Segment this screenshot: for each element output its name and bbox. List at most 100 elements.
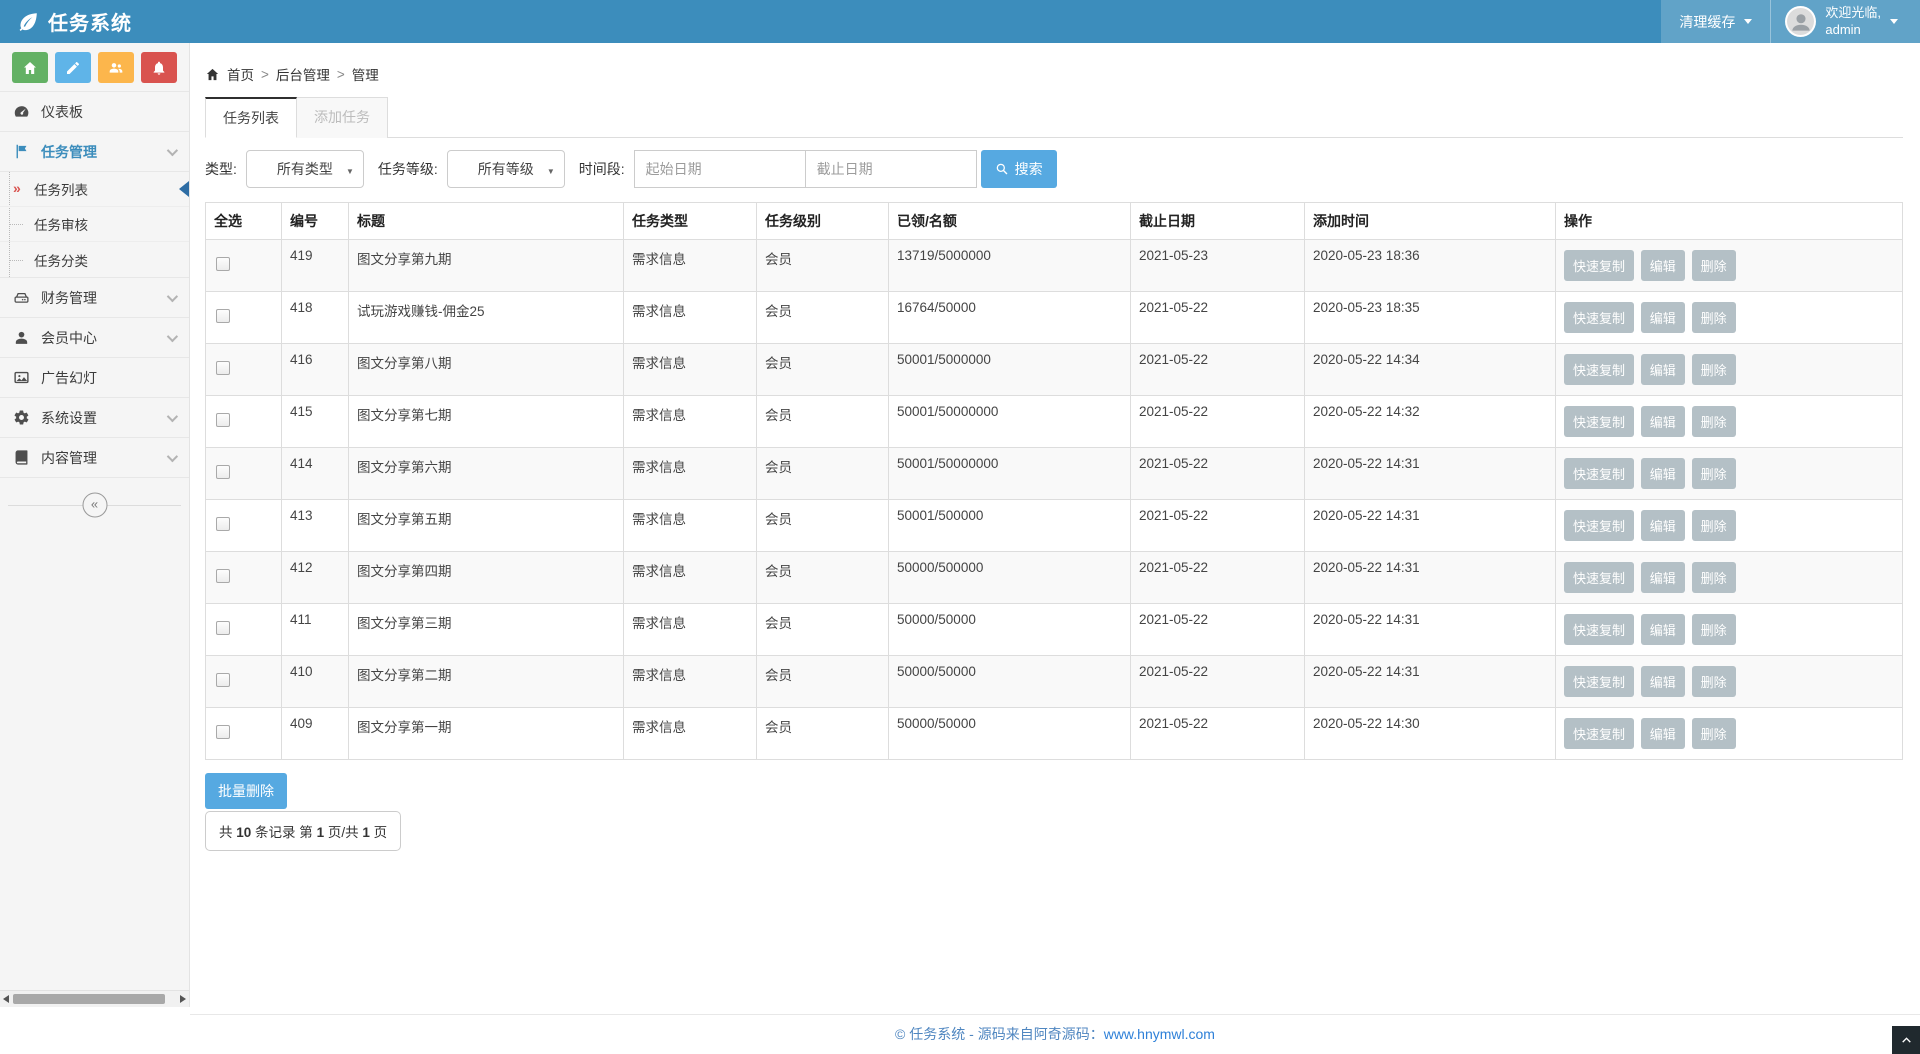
type-select[interactable]: 所有类型 xyxy=(246,150,364,188)
batch-delete-button[interactable]: 批量删除 xyxy=(205,773,287,809)
edit-button[interactable]: 编辑 xyxy=(1641,614,1685,645)
sidebar-collapse-button[interactable] xyxy=(82,493,107,518)
clear-cache-button[interactable]: 清理缓存 xyxy=(1661,0,1770,43)
row-id: 412 xyxy=(282,552,349,604)
start-date-input[interactable] xyxy=(634,150,806,188)
edit-button[interactable]: 编辑 xyxy=(1641,302,1685,333)
row-checkbox[interactable] xyxy=(216,673,230,687)
scroll-right-arrow-icon[interactable] xyxy=(180,995,186,1003)
end-date-input[interactable] xyxy=(805,150,977,188)
flag-icon xyxy=(13,143,31,161)
sidebar-item-finance[interactable]: 财务管理 xyxy=(0,278,189,318)
row-level: 会员 xyxy=(757,708,889,760)
sidebar-item-content-management[interactable]: 内容管理 xyxy=(0,438,189,478)
row-checkbox[interactable] xyxy=(216,309,230,323)
quick-copy-button[interactable]: 快速复制 xyxy=(1564,614,1634,645)
breadcrumb-section[interactable]: 后台管理 xyxy=(276,64,330,84)
caret-down-icon xyxy=(1890,19,1898,24)
row-checkbox[interactable] xyxy=(216,257,230,271)
row-select-cell xyxy=(206,656,282,708)
hdd-icon xyxy=(13,289,31,307)
brand: 任务系统 xyxy=(0,0,132,43)
row-type: 需求信息 xyxy=(624,292,757,344)
tab-task-list[interactable]: 任务列表 xyxy=(205,97,297,138)
col-actions: 操作 xyxy=(1556,203,1903,240)
row-type: 需求信息 xyxy=(624,552,757,604)
row-checkbox[interactable] xyxy=(216,725,230,739)
row-checkbox[interactable] xyxy=(216,465,230,479)
delete-button[interactable]: 删除 xyxy=(1692,302,1736,333)
edit-button[interactable]: 编辑 xyxy=(1641,250,1685,281)
gear-icon xyxy=(13,409,31,427)
row-actions-cell: 快速复制 编辑 删除 xyxy=(1556,500,1903,552)
breadcrumb-home[interactable]: 首页 xyxy=(227,64,254,84)
edit-button[interactable]: 编辑 xyxy=(1641,458,1685,489)
row-quota: 50000/50000 xyxy=(889,656,1131,708)
quick-copy-button[interactable]: 快速复制 xyxy=(1564,354,1634,385)
row-checkbox[interactable] xyxy=(216,569,230,583)
delete-button[interactable]: 删除 xyxy=(1692,354,1736,385)
edit-button[interactable]: 编辑 xyxy=(1641,354,1685,385)
users-icon[interactable] xyxy=(98,52,134,83)
row-actions-cell: 快速复制 编辑 删除 xyxy=(1556,240,1903,292)
delete-button[interactable]: 删除 xyxy=(1692,666,1736,697)
quick-copy-button[interactable]: 快速复制 xyxy=(1564,302,1634,333)
level-select[interactable]: 所有等级 xyxy=(447,150,565,188)
quick-copy-button[interactable]: 快速复制 xyxy=(1564,250,1634,281)
sidebar-item-ad-slides[interactable]: 广告幻灯 xyxy=(0,358,189,398)
row-checkbox[interactable] xyxy=(216,361,230,375)
current-page: 1 xyxy=(317,825,325,840)
row-checkbox[interactable] xyxy=(216,621,230,635)
row-added: 2020-05-23 18:36 xyxy=(1305,240,1556,292)
sidebar-item-task-management[interactable]: 任务管理 xyxy=(0,132,189,172)
avatar xyxy=(1785,6,1816,37)
footer-link[interactable]: www.hnymwl.com xyxy=(1104,1026,1215,1042)
quick-copy-button[interactable]: 快速复制 xyxy=(1564,510,1634,541)
row-checkbox[interactable] xyxy=(216,413,230,427)
delete-button[interactable]: 删除 xyxy=(1692,510,1736,541)
row-checkbox[interactable] xyxy=(216,517,230,531)
table-row: 412 图文分享第四期 需求信息 会员 50000/500000 2021-05… xyxy=(206,552,1903,604)
horizontal-scrollbar[interactable] xyxy=(0,990,189,1007)
search-button-label: 搜索 xyxy=(1015,159,1043,179)
row-quota: 50001/5000000 xyxy=(889,344,1131,396)
delete-button[interactable]: 删除 xyxy=(1692,562,1736,593)
home-icon[interactable] xyxy=(12,52,48,83)
row-deadline: 2021-05-23 xyxy=(1131,240,1305,292)
sidebar-item-member-center[interactable]: 会员中心 xyxy=(0,318,189,358)
filter-bar: 类型: 所有类型 任务等级: 所有等级 时间段: 搜索 xyxy=(205,150,1903,188)
edit-button[interactable]: 编辑 xyxy=(1641,718,1685,749)
row-type: 需求信息 xyxy=(624,604,757,656)
row-title: 图文分享第二期 xyxy=(349,656,624,708)
edit-button[interactable]: 编辑 xyxy=(1641,406,1685,437)
delete-button[interactable]: 删除 xyxy=(1692,614,1736,645)
sidebar-item-task-review[interactable]: 任务审核 xyxy=(0,207,189,242)
delete-button[interactable]: 删除 xyxy=(1692,406,1736,437)
back-to-top-button[interactable] xyxy=(1892,1026,1920,1054)
quick-copy-button[interactable]: 快速复制 xyxy=(1564,406,1634,437)
edit-button[interactable]: 编辑 xyxy=(1641,510,1685,541)
bell-icon[interactable] xyxy=(141,52,177,83)
sidebar-item-dashboard[interactable]: 仪表板 xyxy=(0,92,189,132)
quick-copy-button[interactable]: 快速复制 xyxy=(1564,458,1634,489)
col-type: 任务类型 xyxy=(624,203,757,240)
search-button[interactable]: 搜索 xyxy=(981,150,1057,188)
pencil-icon[interactable] xyxy=(55,52,91,83)
edit-button[interactable]: 编辑 xyxy=(1641,562,1685,593)
row-select-cell xyxy=(206,448,282,500)
sidebar-item-system-settings[interactable]: 系统设置 xyxy=(0,398,189,438)
scrollbar-thumb[interactable] xyxy=(13,994,165,1004)
sidebar-item-task-list[interactable]: 任务列表 xyxy=(0,172,189,207)
quick-copy-button[interactable]: 快速复制 xyxy=(1564,666,1634,697)
scroll-left-arrow-icon[interactable] xyxy=(3,995,9,1003)
delete-button[interactable]: 删除 xyxy=(1692,250,1736,281)
quick-copy-button[interactable]: 快速复制 xyxy=(1564,718,1634,749)
delete-button[interactable]: 删除 xyxy=(1692,718,1736,749)
user-menu[interactable]: 欢迎光临, admin xyxy=(1771,0,1920,43)
sidebar-item-task-category[interactable]: 任务分类 xyxy=(0,242,189,277)
quick-copy-button[interactable]: 快速复制 xyxy=(1564,562,1634,593)
tab-add-task[interactable]: 添加任务 xyxy=(297,97,388,138)
edit-button[interactable]: 编辑 xyxy=(1641,666,1685,697)
row-actions-cell: 快速复制 编辑 删除 xyxy=(1556,396,1903,448)
delete-button[interactable]: 删除 xyxy=(1692,458,1736,489)
